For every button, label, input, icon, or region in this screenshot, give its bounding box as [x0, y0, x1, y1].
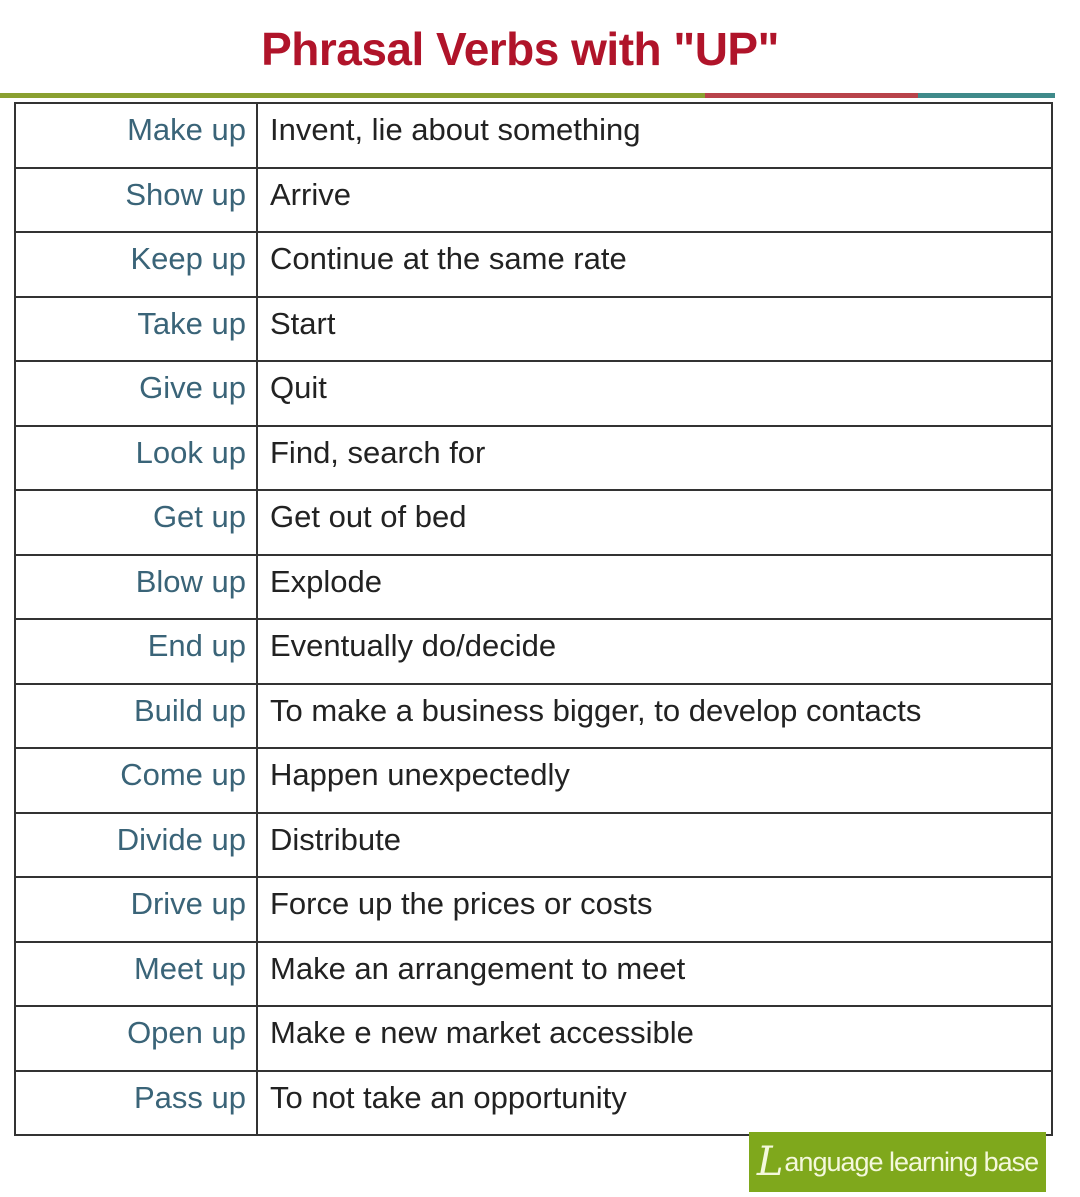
table-row: Come up Happen unexpectedly [14, 747, 1053, 814]
definition: Continue at the same rate [256, 231, 1053, 298]
phrasal-verb: Open up [14, 1005, 258, 1072]
table-row: Show up Arrive [14, 166, 1053, 233]
phrasal-verb: Show up [14, 166, 258, 233]
definition: Explode [256, 553, 1053, 620]
table-row: Get up Get out of bed [14, 489, 1053, 556]
definition: Arrive [256, 166, 1053, 233]
definition: Make an arrangement to meet [256, 940, 1053, 1007]
phrasal-verb: Come up [14, 747, 258, 814]
definition: Quit [256, 360, 1053, 427]
definition: Force up the prices or costs [256, 876, 1053, 943]
definition: Invent, lie about something [256, 102, 1053, 169]
table-row: Take up Start [14, 295, 1053, 362]
logo-initial: L [756, 1139, 784, 1185]
definition: Make e new market accessible [256, 1005, 1053, 1072]
logo-text: anguage learning base [784, 1146, 1039, 1177]
table-row: Meet up Make an arrangement to meet [14, 940, 1053, 1007]
table-row: End up Eventually do/decide [14, 618, 1053, 685]
table-row: Look up Find, search for [14, 424, 1053, 491]
definition: To make a business bigger, to develop co… [256, 682, 1053, 749]
definition: Eventually do/decide [256, 618, 1053, 685]
definition: To not take an opportunity [256, 1069, 1053, 1136]
language-learning-base-logo: Language learning base [749, 1132, 1046, 1192]
phrasal-verb: Keep up [14, 231, 258, 298]
phrasal-verb: Give up [14, 360, 258, 427]
table-row: Pass up To not take an opportunity [14, 1069, 1053, 1136]
phrasal-verb: Drive up [14, 876, 258, 943]
table-row: Open up Make e new market accessible [14, 1005, 1053, 1072]
table-row: Drive up Force up the prices or costs [14, 876, 1053, 943]
table-row: Blow up Explode [14, 553, 1053, 620]
phrasal-verb: End up [14, 618, 258, 685]
phrasal-verb: Build up [14, 682, 258, 749]
phrasal-verb: Blow up [14, 553, 258, 620]
divider-red [705, 93, 918, 98]
phrasal-verb: Take up [14, 295, 258, 362]
phrasal-verb: Meet up [14, 940, 258, 1007]
phrasal-verb: Make up [14, 102, 258, 169]
definition: Start [256, 295, 1053, 362]
definition: Get out of bed [256, 489, 1053, 556]
phrasal-verb: Pass up [14, 1069, 258, 1136]
table-row: Keep up Continue at the same rate [14, 231, 1053, 298]
phrasal-verb: Divide up [14, 811, 258, 878]
table-row: Build up To make a business bigger, to de… [14, 682, 1053, 749]
table-row: Give up Quit [14, 360, 1053, 427]
divider-green [0, 93, 705, 98]
definition: Find, search for [256, 424, 1053, 491]
page-title: Phrasal Verbs with "UP" [261, 23, 779, 75]
table-row: Make up Invent, lie about something [14, 102, 1053, 169]
phrasal-verb: Look up [14, 424, 258, 491]
definition: Happen unexpectedly [256, 747, 1053, 814]
phrasal-verb: Get up [14, 489, 258, 556]
phrasal-verbs-table: Make up Invent, lie about something Show u… [14, 102, 1053, 1136]
table-row: Divide up Distribute [14, 811, 1053, 878]
definition: Distribute [256, 811, 1053, 878]
divider-teal [918, 93, 1055, 98]
